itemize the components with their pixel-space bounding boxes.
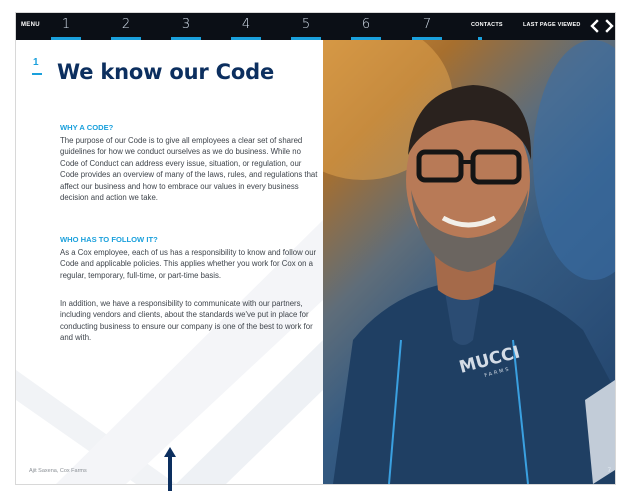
top-navigation-bar: MENU 1 2 3 4 5 6 7 CONTACTS LAST PAGE VI… bbox=[16, 13, 615, 40]
nav-section-5-indicator bbox=[291, 37, 321, 40]
paragraph-who-1: As a Cox employee, each of us has a resp… bbox=[60, 248, 317, 280]
nav-section-2[interactable]: 2 bbox=[111, 17, 141, 32]
nav-section-5[interactable]: 5 bbox=[291, 17, 321, 32]
section-number: 1 bbox=[33, 57, 39, 68]
page-number: 7 bbox=[607, 468, 611, 474]
nav-section-1-indicator bbox=[51, 37, 81, 40]
photo-credit: Ajit Saxena, Cox Farms bbox=[29, 468, 87, 474]
employee-photo: MUCCI FARMS bbox=[323, 40, 615, 484]
nav-section-7-indicator bbox=[412, 37, 442, 40]
nav-section-2-indicator bbox=[111, 37, 141, 40]
page: MENU 1 2 3 4 5 6 7 CONTACTS LAST PAGE VI… bbox=[16, 13, 615, 484]
nav-section-3[interactable]: 3 bbox=[171, 17, 201, 32]
section-number-underline bbox=[32, 73, 42, 75]
page-title: We know our Code bbox=[57, 60, 274, 84]
contacts-link[interactable]: CONTACTS bbox=[471, 22, 503, 28]
next-page-chevron-icon[interactable] bbox=[603, 18, 615, 34]
paragraph-why: The purpose of our Code is to give all e… bbox=[60, 136, 318, 203]
paragraph-who-2: In addition, we have a responsibility to… bbox=[60, 299, 313, 343]
section-heading-why: WHY A CODE? bbox=[60, 123, 114, 132]
nav-section-4-indicator bbox=[231, 37, 261, 40]
up-arrow-pointer-icon bbox=[164, 447, 176, 491]
nav-section-6[interactable]: 6 bbox=[351, 17, 381, 32]
nav-section-6-indicator bbox=[351, 37, 381, 40]
nav-section-7[interactable]: 7 bbox=[412, 17, 442, 32]
nav-section-3-indicator bbox=[171, 37, 201, 40]
employee-portrait-illustration: MUCCI FARMS bbox=[323, 40, 615, 484]
section-heading-who: WHO HAS TO FOLLOW IT? bbox=[60, 235, 158, 244]
nav-section-1[interactable]: 1 bbox=[51, 17, 81, 32]
last-page-viewed-link[interactable]: LAST PAGE VIEWED bbox=[523, 22, 581, 28]
nav-section-4[interactable]: 4 bbox=[231, 17, 261, 32]
previous-page-chevron-icon[interactable] bbox=[589, 18, 601, 34]
menu-button[interactable]: MENU bbox=[21, 22, 40, 28]
contacts-indicator bbox=[478, 37, 482, 40]
